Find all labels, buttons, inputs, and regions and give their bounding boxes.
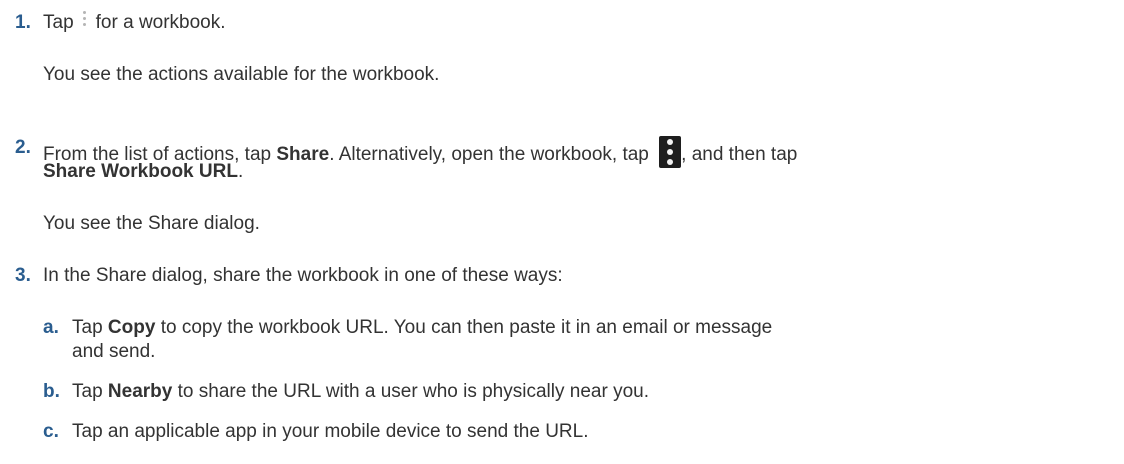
copy-label: Copy xyxy=(107,317,156,338)
substep-b-text: Tap Nearby to share the URL with a user … xyxy=(72,380,649,404)
substep-c-letter: c. xyxy=(43,421,59,442)
substep-b-rest: to share the URL with a user who is phys… xyxy=(172,381,649,402)
step-1-text-before: Tap xyxy=(43,12,74,33)
substep-a-rest: to copy the workbook URL. You can then p… xyxy=(155,317,773,338)
more-actions-icon[interactable] xyxy=(659,136,682,168)
substep-a-letter: a. xyxy=(43,317,59,338)
step-1-number: 1. xyxy=(15,12,31,33)
step-2-text-part2: . Alternatively, open the workbook, tap xyxy=(329,144,655,165)
substep-a-line1: Tap Copy to copy the workbook URL. You c… xyxy=(72,316,772,340)
step-3-number: 3. xyxy=(15,265,31,286)
step-1-text-after: for a workbook. xyxy=(95,12,226,33)
step-1-result: You see the actions available for the wo… xyxy=(43,64,440,85)
step-2-result: You see the Share dialog. xyxy=(43,213,260,234)
step-3-text: In the Share dialog, share the workbook … xyxy=(43,265,563,286)
step-2-text-line2: Share Workbook URL. xyxy=(43,160,243,184)
nearby-label: Nearby xyxy=(107,381,173,402)
step-1-text: Tap for a workbook. xyxy=(43,11,226,35)
substep-b-prefix: Tap xyxy=(72,381,108,402)
step-2-text-part3: , and then tap xyxy=(681,144,798,165)
kebab-menu-icon[interactable] xyxy=(82,11,88,29)
substep-b-letter: b. xyxy=(43,381,60,402)
step-2-text-part4: . xyxy=(237,161,244,182)
substep-c-text: Tap an applicable app in your mobile dev… xyxy=(72,421,589,442)
share-action-label: Share xyxy=(276,144,330,165)
step-2-number: 2. xyxy=(15,137,31,158)
share-workbook-url-label: Share Workbook URL xyxy=(43,161,238,182)
substep-a-prefix: Tap xyxy=(72,317,108,338)
substep-a-line2: and send. xyxy=(72,341,156,362)
